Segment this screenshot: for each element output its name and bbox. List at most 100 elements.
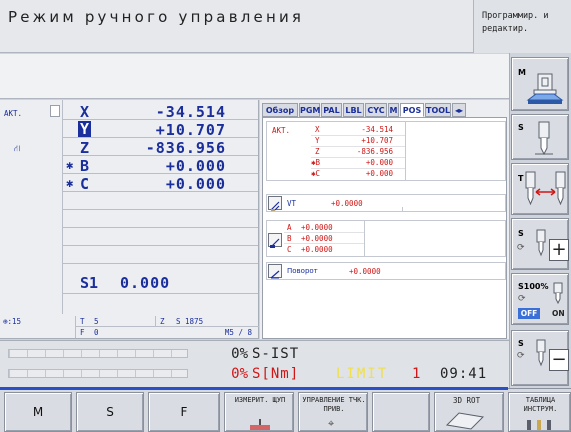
plus-icon: +: [549, 239, 569, 261]
akt-box: [50, 105, 60, 117]
tab-pgm[interactable]: PGM: [299, 103, 320, 117]
softkey-empty[interactable]: [372, 392, 430, 432]
abc-axis-a: A: [287, 223, 292, 232]
s-function-label: S: [518, 123, 524, 132]
softkey-m-label: M: [32, 405, 44, 419]
rotation-dir-icon-2: ⟳: [517, 351, 525, 361]
spindle-icon: [535, 121, 553, 156]
axis-c-value: +0.000: [165, 175, 226, 193]
softkey-ref-points[interactable]: УПРАВЛЕНИЕ ТЧК. ПРИВ. ⌖: [298, 392, 368, 432]
override-bar-1: [8, 349, 188, 358]
softkey-s-label: S: [106, 405, 114, 419]
m-function-key[interactable]: M: [511, 57, 569, 111]
spindle-small-icon-2: [536, 339, 546, 367]
side-mode-tab[interactable]: Программир. и редактир.: [473, 0, 571, 53]
akt-label: AKT.: [4, 109, 23, 118]
vt-icon: [268, 196, 282, 211]
clock: 09:41: [440, 366, 488, 382]
axis-b-label: B: [80, 157, 90, 175]
spindle-small-icon: [536, 229, 546, 257]
tab-lbl[interactable]: LBL: [343, 103, 364, 117]
abc-block: A +0.0000 B +0.0000 C +0.0000: [266, 220, 506, 257]
pos-tab-content: AKT. X -34.514 Y +10.707 Z -836.956 ✱B +…: [262, 117, 507, 339]
rotation-label: Поворот: [287, 267, 318, 275]
override-2-pct: 0%: [231, 366, 248, 382]
vt-block: VT +0.0000: [266, 194, 506, 212]
tool-measure-icon: [525, 171, 566, 206]
axis-z-value: -836.956: [145, 139, 226, 157]
axis-c-prefix: ✱: [66, 176, 74, 190]
softkey-indicator: [0, 387, 508, 390]
softkey-s[interactable]: S: [76, 392, 144, 432]
t-function-key[interactable]: T: [511, 163, 569, 215]
tool-table-icon: [527, 420, 551, 430]
t-value: 5: [94, 317, 99, 326]
axis-b-value: +0.000: [165, 157, 226, 175]
spindle-tiny-icon: [553, 282, 563, 305]
pos-axis-z: Z: [315, 147, 320, 156]
s-plus-label: S: [518, 229, 524, 238]
pos-value-y: +10.707: [361, 136, 393, 145]
3d-rot-icon: [445, 412, 485, 430]
softkey-probe-label: ИЗМЕРИТ. ЩУП: [234, 396, 286, 404]
axis-b-prefix: ✱: [66, 158, 74, 172]
override-bar-2: [8, 369, 188, 378]
camera-icon: ⛙: [14, 144, 21, 154]
position-display: AKT. ⛙ X -34.514 Y +10.707 Z -836.956 ✱ …: [0, 100, 259, 314]
f-value: 0: [94, 328, 99, 337]
softkey-tool-table[interactable]: ТАБЛИЦА ИНСТРУМ.: [508, 392, 571, 432]
message-area: [0, 54, 509, 99]
z-value: S 1875: [176, 317, 204, 326]
tab-overview[interactable]: Обзор: [262, 103, 298, 117]
pos-axis-x: X: [315, 125, 320, 134]
status-bar: ⊕:15 T 5 Z S 1875 F 0 M5 / 8: [0, 314, 259, 339]
abc-value-b: +0.0000: [301, 234, 333, 243]
pos-axis-y: Y: [315, 136, 320, 145]
softkey-3d-rot[interactable]: 3D ROT: [434, 392, 504, 432]
override-toggle-key[interactable]: S100% ⟳ OFF ON: [511, 273, 569, 325]
softkey-probe[interactable]: ИЗМЕРИТ. ЩУП: [224, 392, 294, 432]
pos-axis-b: ✱B: [311, 158, 321, 167]
tab-pal[interactable]: PAL: [321, 103, 342, 117]
s-minus-key[interactable]: S ⟳ −: [511, 330, 569, 386]
axis-y-value: +10.707: [155, 121, 226, 139]
spindle-value: 0.000: [120, 274, 171, 292]
axis-z-label: Z: [80, 139, 90, 157]
tab-m[interactable]: M: [388, 103, 399, 117]
s-function-key[interactable]: S: [511, 114, 569, 160]
s-minus-label: S: [518, 339, 524, 348]
axis-c-label: C: [80, 175, 90, 193]
tab-scroll-arrows[interactable]: ◂▸: [452, 103, 466, 117]
override-pct-label: S100%: [518, 282, 549, 291]
probe-icon: [250, 419, 270, 430]
z-label: Z: [160, 317, 165, 326]
ref-point-icon: ⌖: [328, 417, 335, 430]
axis-y-label: Y: [78, 120, 91, 138]
limit-value: 1: [412, 366, 421, 382]
pos-axis-block: AKT. X -34.514 Y +10.707 Z -836.956 ✱B +…: [266, 121, 506, 181]
tab-pos[interactable]: POS: [400, 103, 424, 117]
pos-value-b: +0.000: [365, 158, 393, 167]
pos-value-x: -34.514: [361, 125, 393, 134]
pos-value-c: +0.000: [365, 169, 393, 178]
machine-icon: [526, 73, 564, 104]
rotation-block: Поворот +0.0000: [266, 262, 506, 280]
softkey-f[interactable]: F: [148, 392, 220, 432]
limit-label: LIMIT: [336, 366, 389, 382]
softkey-ref-points-label: УПРАВЛЕНИЕ ТЧК. ПРИВ.: [302, 396, 366, 413]
rotation-small-icon: ⟳: [518, 294, 526, 304]
m-value: M5 / 8: [224, 328, 252, 337]
abc-icon: [268, 233, 282, 248]
abc-value-a: +0.0000: [301, 223, 333, 232]
minus-icon: −: [549, 349, 569, 371]
override-2-label: S[Nm]: [252, 366, 300, 382]
pos-axis-c: ✱C: [311, 169, 321, 178]
tab-cyc[interactable]: CYC: [365, 103, 387, 117]
pos-value-z: -836.956: [356, 147, 393, 156]
tab-tool[interactable]: TOOL: [425, 103, 451, 117]
vt-label: VT: [287, 199, 297, 208]
vt-value: +0.0000: [331, 199, 363, 208]
s-plus-key[interactable]: S ⟳ +: [511, 218, 569, 270]
on-label: ON: [552, 309, 565, 318]
softkey-m[interactable]: M: [4, 392, 72, 432]
